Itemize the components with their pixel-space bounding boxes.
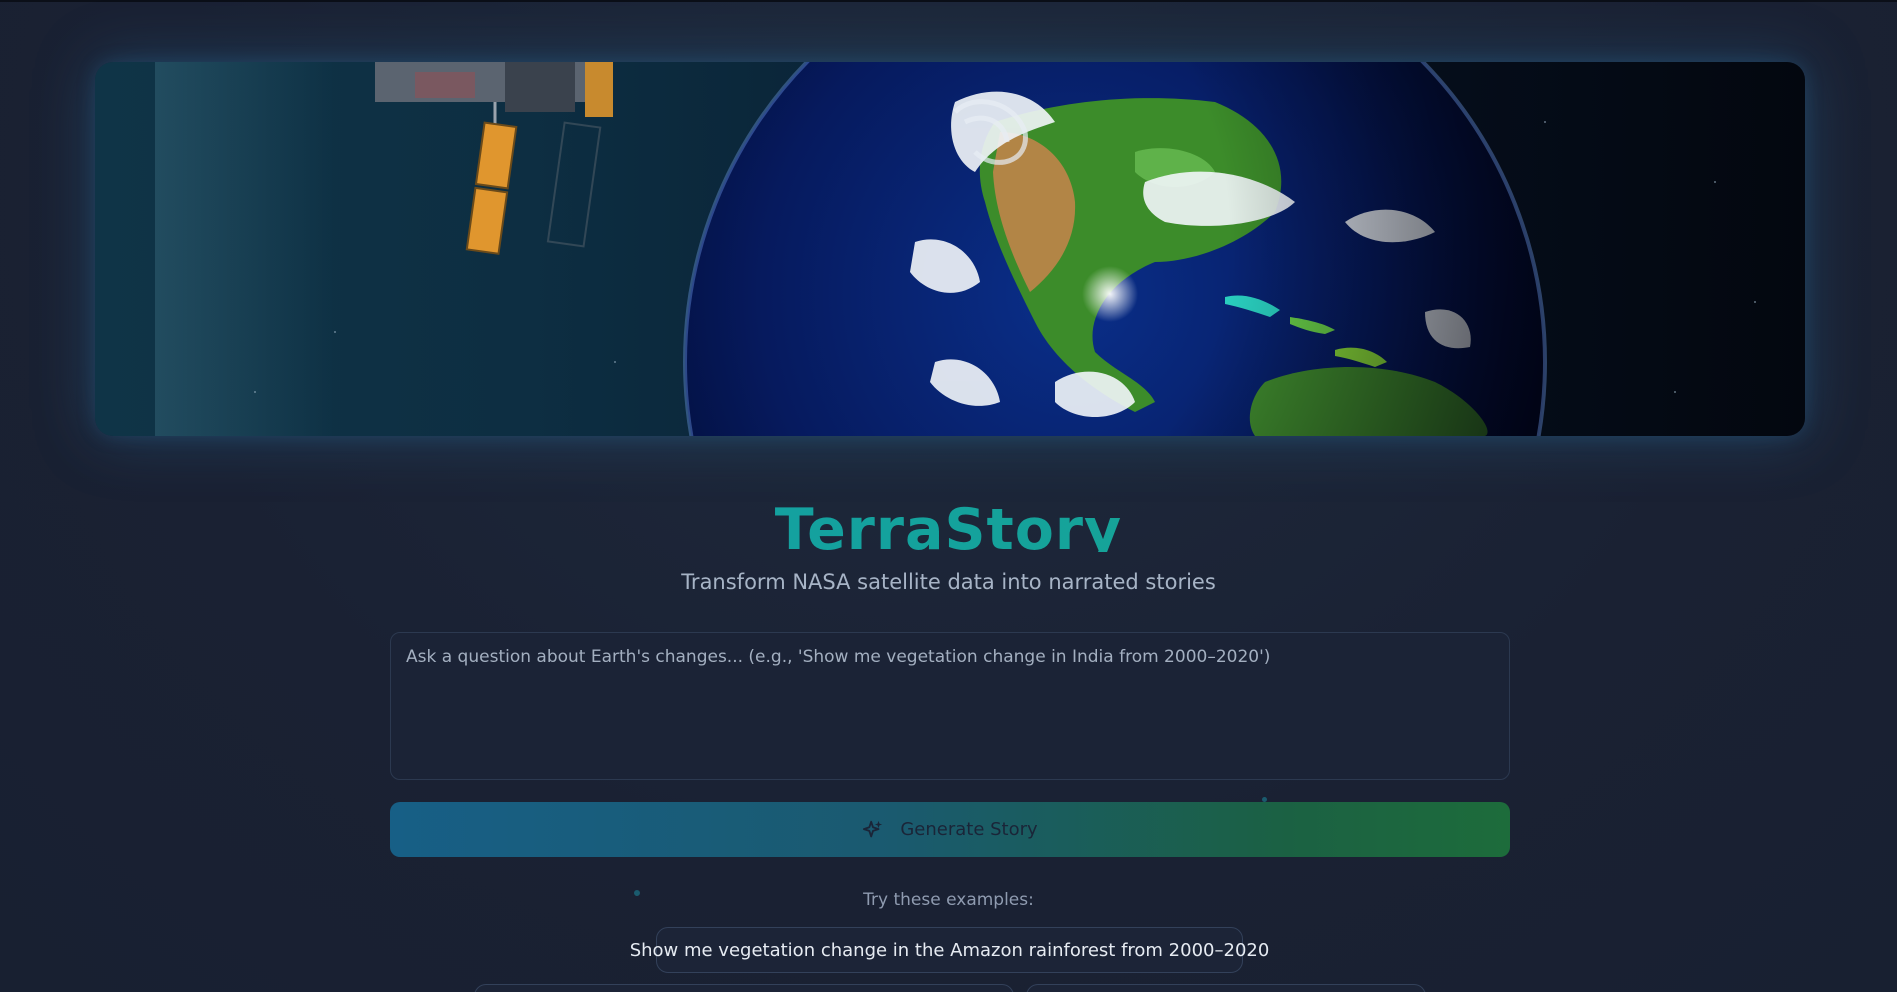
top-border xyxy=(0,0,1897,2)
example-chip[interactable] xyxy=(1026,984,1426,992)
generate-story-label: Generate Story xyxy=(900,819,1038,840)
satellite-earth-image xyxy=(155,62,1756,436)
page: TerraStory Transform NASA satellite data… xyxy=(0,0,1897,992)
example-chip[interactable] xyxy=(474,984,1014,992)
query-input[interactable] xyxy=(390,632,1510,780)
app-title: TerraStory xyxy=(0,490,1897,552)
earth-globe xyxy=(683,62,1547,436)
app-subtitle: Transform NASA satellite data into narra… xyxy=(681,570,1216,594)
example-chip[interactable]: Show me vegetation change in the Amazon … xyxy=(630,927,1269,973)
example-chip-label: Show me vegetation change in the Amazon … xyxy=(629,939,1270,961)
sparkle-icon xyxy=(863,820,883,837)
decorative-dot xyxy=(1262,797,1267,802)
satellite-icon xyxy=(375,62,613,255)
examples-label: Try these examples: xyxy=(863,890,1034,910)
generate-story-button[interactable]: Generate Story xyxy=(390,802,1510,857)
hero-banner xyxy=(95,62,1805,436)
